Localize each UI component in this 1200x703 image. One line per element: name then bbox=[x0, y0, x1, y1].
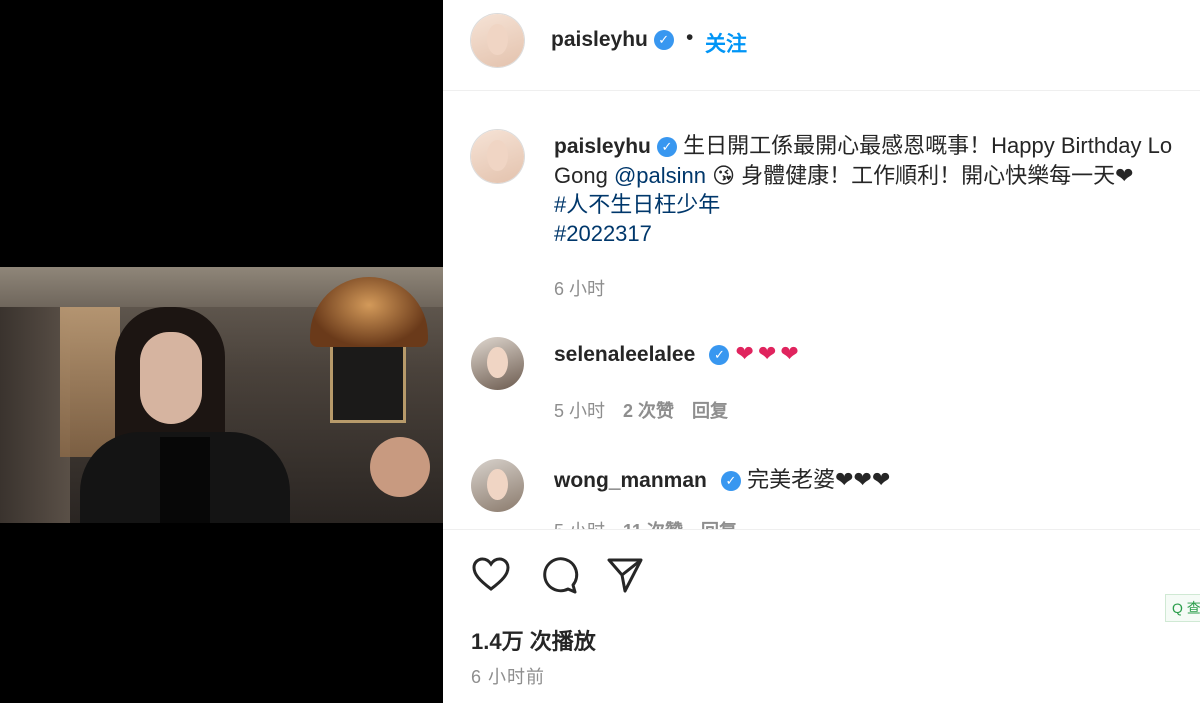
reply-button[interactable]: 回复 bbox=[692, 401, 728, 421]
post-time: 6 小时前 bbox=[471, 667, 546, 687]
post-header: paisleyhu ✓ • 关注 bbox=[443, 0, 1200, 91]
comments-list[interactable]: paisleyhu ✓ 生日開工係最開心最感恩嘅事！Happy Birthday… bbox=[443, 91, 1200, 529]
comment-avatar[interactable] bbox=[471, 459, 524, 512]
post-side-panel: paisleyhu ✓ • 关注 paisleyhu ✓ 生日開工係最開心最感恩… bbox=[443, 0, 1200, 703]
comment-meta: 5 小时 2 次赞 回复 bbox=[554, 397, 728, 423]
kiss-emoji: 😘 bbox=[712, 163, 736, 188]
side-badge[interactable]: Q 查 bbox=[1165, 594, 1200, 622]
caption-time: 6 小时 bbox=[554, 279, 606, 299]
comment-meta: 5 小时 11 次赞 回复 bbox=[554, 517, 737, 529]
comment-username[interactable]: wong_manman bbox=[554, 469, 707, 492]
share-icon[interactable] bbox=[605, 555, 645, 595]
caption-line1: 生日開工係最開心最感恩嘅事！Happy Birthday Lo bbox=[683, 133, 1173, 158]
comment-icon[interactable] bbox=[539, 555, 579, 595]
comment-item: wong_manman ✓ 完美老婆❤❤❤ bbox=[554, 462, 890, 494]
heart-icon[interactable] bbox=[471, 555, 511, 595]
reply-button[interactable]: 回复 bbox=[701, 521, 737, 529]
media-area bbox=[0, 0, 443, 703]
caption-line2-pre: Gong bbox=[554, 163, 614, 188]
caption-username[interactable]: paisleyhu bbox=[554, 135, 651, 158]
follow-button[interactable]: 关注 bbox=[705, 28, 747, 58]
video-person-face bbox=[140, 332, 202, 424]
comment-time: 5 小时 bbox=[554, 401, 606, 421]
comment-time: 5 小时 bbox=[554, 521, 605, 529]
verified-badge-icon: ✓ bbox=[657, 137, 677, 158]
post-video[interactable] bbox=[0, 267, 443, 523]
comment-likes[interactable]: 11 次赞 bbox=[623, 521, 683, 529]
comment-likes[interactable]: 2 次赞 bbox=[623, 401, 674, 421]
video-hand bbox=[370, 437, 430, 497]
caption-avatar[interactable] bbox=[471, 130, 524, 183]
verified-badge-icon: ✓ bbox=[709, 345, 730, 366]
caption-line2-post: 身體健康！工作順利！開心快樂每一天❤ bbox=[735, 163, 1134, 188]
comment-item: selenaleelalee ✓ ❤❤❤ bbox=[554, 341, 803, 367]
comment-text: ❤❤❤ bbox=[735, 341, 803, 366]
video-person-shirt bbox=[160, 437, 210, 523]
author-username[interactable]: paisleyhu ✓ bbox=[551, 28, 674, 52]
verified-badge-icon: ✓ bbox=[653, 30, 674, 51]
hashtag-link[interactable]: #2022317 bbox=[554, 221, 652, 246]
video-window bbox=[60, 307, 120, 457]
comment-avatar[interactable] bbox=[471, 337, 524, 390]
post-caption: paisleyhu ✓ 生日開工係最開心最感恩嘅事！Happy Birthday… bbox=[554, 131, 1200, 248]
verified-badge-icon: ✓ bbox=[720, 471, 741, 492]
mention-link[interactable]: @palsinn bbox=[614, 163, 706, 188]
actions-divider bbox=[443, 529, 1200, 530]
view-count: 1.4万 次播放 bbox=[471, 629, 596, 654]
separator-dot: • bbox=[686, 26, 694, 49]
hashtag-link[interactable]: #人不生日枉少年 bbox=[554, 192, 720, 217]
comment-text: 完美老婆❤❤❤ bbox=[747, 467, 891, 492]
comment-username[interactable]: selenaleelalee bbox=[554, 343, 695, 366]
author-avatar[interactable] bbox=[471, 14, 524, 67]
